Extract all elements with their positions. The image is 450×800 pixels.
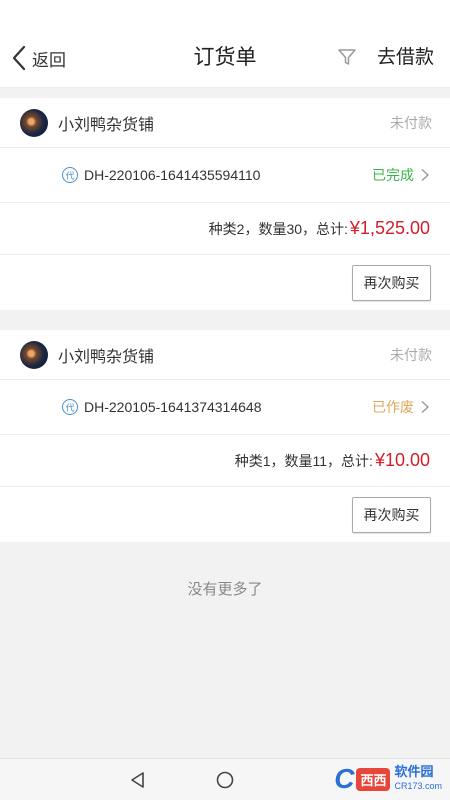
shop-row: 小刘鸭杂货铺 未付款: [0, 98, 450, 148]
shop-avatar: [20, 108, 48, 137]
shop-name: 小刘鸭杂货铺: [58, 348, 155, 366]
chevron-right-icon: [421, 168, 430, 182]
order-number: DH-220106-1641435594110: [84, 167, 261, 183]
summary-text: 种类2，数量30，总计:: [208, 220, 348, 237]
shop-avatar: [20, 340, 48, 369]
watermark-c: C: [334, 763, 355, 794]
proxy-order-icon: 代: [62, 167, 78, 183]
watermark-logo: C 西西 软件园 CR173.com: [334, 763, 442, 795]
rebuy-button[interactable]: 再次购买: [352, 496, 431, 533]
summary-text: 种类1，数量11，总计:: [234, 452, 373, 469]
shop-row: 小刘鸭杂货铺 未付款: [0, 330, 450, 380]
watermark-text: 软件园 CR173.com: [394, 765, 442, 793]
order-row[interactable]: 代 DH-220105-1641374314648 已作废: [0, 380, 450, 435]
system-nav-bar: C 西西 软件园 CR173.com: [0, 758, 450, 800]
order-status: 已完成: [372, 167, 414, 183]
order-total: ¥10.00: [374, 450, 430, 470]
action-row: 再次购买: [0, 487, 450, 542]
order-row[interactable]: 代 DH-220106-1641435594110 已完成: [0, 148, 450, 203]
borrow-button[interactable]: 去借款: [377, 40, 434, 76]
proxy-order-icon: 代: [62, 399, 78, 415]
payment-status: 未付款: [390, 346, 432, 363]
order-summary: 种类1，数量11，总计: ¥10.00: [0, 435, 450, 487]
order-number: DH-220105-1641374314648: [84, 399, 262, 415]
order-card: 小刘鸭杂货铺 未付款 代 DH-220106-1641435594110 已完成…: [0, 98, 450, 310]
chevron-right-icon: [421, 400, 430, 414]
rebuy-button[interactable]: 再次购买: [352, 264, 431, 301]
no-more-text: 没有更多了: [187, 581, 263, 598]
order-summary: 种类2，数量30，总计: ¥1,525.00: [0, 203, 450, 255]
chevron-left-icon: [12, 45, 26, 71]
order-total: ¥1,525.00: [349, 218, 430, 238]
watermark-title: 软件园: [394, 764, 434, 779]
order-card: 小刘鸭杂货铺 未付款 代 DH-220105-1641374314648 已作废…: [0, 330, 450, 542]
system-home-icon[interactable]: [215, 770, 235, 790]
back-label: 返回: [32, 50, 66, 70]
nav-bar: 返回 订货单 去借款: [0, 0, 450, 88]
filter-icon[interactable]: [336, 46, 358, 68]
system-back-icon[interactable]: [128, 770, 148, 790]
watermark-sub: CR173.com: [394, 781, 442, 791]
shop-name: 小刘鸭杂货铺: [58, 116, 155, 134]
action-row: 再次购买: [0, 255, 450, 310]
watermark-badge: 西西: [356, 767, 391, 791]
order-status: 已作废: [372, 399, 414, 415]
back-button[interactable]: 返回: [10, 40, 66, 76]
payment-status: 未付款: [390, 114, 432, 131]
